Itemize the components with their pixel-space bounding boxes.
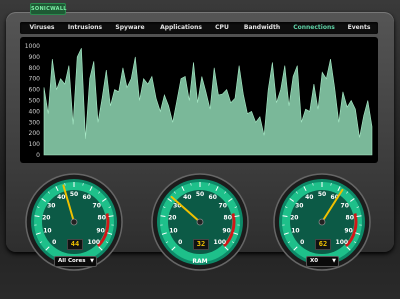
- gauge-tick-label: 20: [168, 215, 176, 222]
- tab-applications[interactable]: Applications: [158, 22, 204, 34]
- y-tick-label: 600: [29, 87, 41, 94]
- gauge-tick-label: 80: [224, 215, 232, 222]
- tab-events[interactable]: Events: [344, 22, 374, 34]
- connections-area-chart: 10009008007006005004003002001000: [25, 43, 373, 159]
- interface-select[interactable]: X0 ▼: [306, 256, 339, 267]
- tab-spyware[interactable]: Spyware: [112, 22, 148, 34]
- cores-select-value: All Cores: [58, 258, 86, 264]
- gauge-tick-label: 90: [344, 228, 352, 235]
- connections-area: [43, 48, 373, 156]
- gauge-tick-label: 40: [57, 194, 65, 201]
- gauge-tick-label: 0: [300, 239, 304, 246]
- cpu-gauge: 0 10 20 30 40 50 60 70 80 90 100 44 All Cores ▼: [24, 172, 124, 272]
- tab-bar: Viruses Intrusions Spyware Applications …: [20, 22, 378, 34]
- ram-gauge: 0 10 20 30 40 50 60 70 80 90 100 32 RAM: [150, 172, 250, 272]
- gauge-tick-label: 10: [43, 228, 51, 235]
- gauge-tick-label: 60: [83, 194, 91, 201]
- y-tick-label: 200: [29, 130, 41, 137]
- cpu-gauge-readout: 44: [67, 239, 83, 250]
- gauge-tick-label: 100: [214, 239, 227, 246]
- gauge-tick-label: 100: [336, 239, 349, 246]
- interface-gauge: 0 10 20 30 40 50 60 70 80 90 100 62 X0 ▼: [272, 172, 372, 272]
- gauge-tick-label: 90: [222, 228, 230, 235]
- gauge-tick-label: 10: [291, 228, 299, 235]
- chevron-down-icon: ▼: [332, 258, 336, 264]
- tab-cpu[interactable]: CPU: [212, 22, 232, 34]
- gauge-tick-label: 50: [318, 191, 326, 198]
- gauge-tick-label: 0: [178, 239, 182, 246]
- gauge-tick-label: 20: [290, 215, 298, 222]
- ram-gauge-readout: 32: [193, 239, 209, 250]
- y-tick-label: 1000: [25, 43, 40, 50]
- sonicwall-logo: SONICWALL: [30, 3, 67, 15]
- ram-gauge-label: RAM: [192, 258, 208, 265]
- gauge-tick-label: 90: [96, 228, 104, 235]
- gauge-hub: [70, 218, 78, 226]
- y-tick-label: 800: [29, 65, 41, 72]
- gauge-tick-label: 30: [47, 203, 55, 210]
- cores-select[interactable]: All Cores ▼: [54, 256, 97, 267]
- y-tick-label: 0: [36, 152, 40, 159]
- ram-gauge-dial: 010203040 50 60708090100: [151, 173, 249, 271]
- tab-bandwidth[interactable]: Bandwidth: [242, 22, 282, 34]
- gauge-hub: [318, 218, 326, 226]
- y-tick-label: 300: [29, 119, 41, 126]
- connections-chart: 1000 900 800 700 600 500 400 300 200 100 0: [20, 37, 378, 163]
- gauge-tick-label: 10: [169, 228, 177, 235]
- tab-intrusions[interactable]: Intrusions: [64, 22, 106, 34]
- chevron-down-icon: ▼: [90, 258, 94, 264]
- y-tick-label: 400: [29, 108, 41, 115]
- y-tick-label: 100: [29, 141, 41, 148]
- gauge-tick-label: 50: [70, 191, 78, 198]
- gauge-tick-label: 30: [295, 203, 303, 210]
- gauge-tick-label: 20: [42, 215, 50, 222]
- gauge-tick-label: 70: [219, 203, 227, 210]
- y-tick-label: 500: [29, 98, 41, 105]
- tab-viruses[interactable]: Viruses: [24, 22, 60, 34]
- gauge-tick-label: 100: [88, 239, 101, 246]
- gauge-hub: [196, 218, 204, 226]
- gauge-tick-label: 50: [196, 191, 204, 198]
- gauge-tick-label: 70: [341, 203, 349, 210]
- gauge-tick-label: 40: [183, 194, 191, 201]
- y-tick-label: 900: [29, 54, 41, 61]
- gauge-tick-label: 80: [98, 215, 106, 222]
- gauge-tick-label: 40: [305, 194, 313, 201]
- gauge-tick-label: 70: [93, 203, 101, 210]
- gauge-tick-label: 60: [209, 194, 217, 201]
- tab-connections[interactable]: Connections: [292, 22, 336, 34]
- gauge-tick-label: 0: [52, 239, 56, 246]
- y-tick-label: 700: [29, 76, 41, 83]
- interface-gauge-readout: 62: [315, 239, 331, 250]
- interface-select-value: X0: [310, 258, 319, 264]
- gauge-tick-label: 80: [346, 215, 354, 222]
